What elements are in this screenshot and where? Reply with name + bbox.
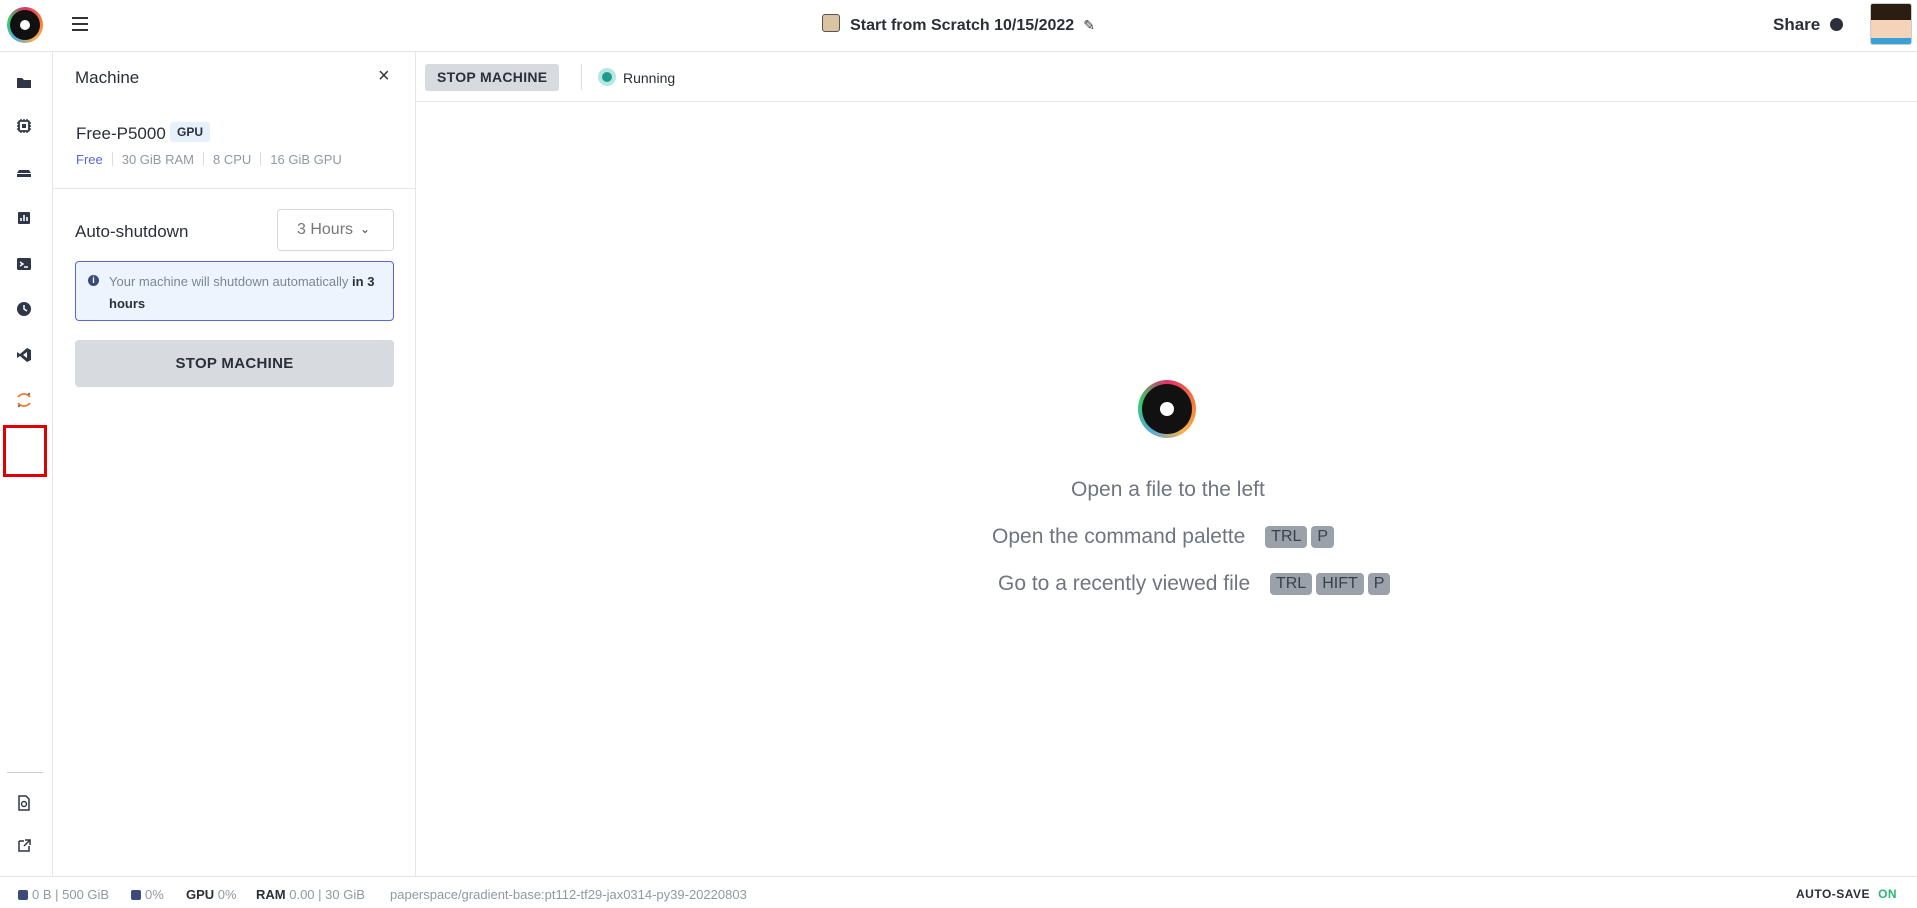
edit-icon[interactable]: ✎ (1083, 17, 1095, 34)
left-rail (0, 52, 53, 876)
cpu-usage: 0% (131, 887, 164, 902)
gpu-badge: GPU (170, 122, 211, 142)
notebook-title-text[interactable]: Start from Scratch 10/15/2022 (850, 17, 1074, 34)
avatar[interactable] (1870, 3, 1912, 45)
cpu-icon[interactable] (15, 117, 33, 135)
toolbar-divider (581, 64, 582, 90)
top-bar: Start from Scratch 10/15/2022 ✎ Share (0, 0, 1917, 52)
machine-status: Running (623, 70, 676, 86)
hint-command-palette-text: Open the command palette (992, 525, 1246, 548)
storage-usage: 0 B | 500 GiB (18, 887, 109, 902)
tier-label: Free (76, 152, 103, 167)
panel-title: Machine (75, 68, 140, 87)
folder-icon[interactable] (15, 74, 33, 92)
container-image: paperspace/gradient-base:pt112-tf29-jax0… (390, 887, 747, 902)
key-p: P (1311, 526, 1335, 548)
external-icon[interactable] (15, 837, 33, 855)
auto-shutdown-select[interactable]: 3 Hours ⌄ (277, 209, 394, 251)
hint-open-file: Open a file to the left (1071, 478, 1265, 501)
layers-icon[interactable] (15, 163, 33, 181)
key-shift: HIFT (1316, 573, 1364, 595)
storage-value: 0 B | 500 GiB (32, 887, 110, 902)
info-text: Your machine will shutdown automatically (109, 274, 349, 289)
stop-machine-toolbar-button[interactable]: STOP MACHINE (425, 64, 560, 91)
ram-value: 0.00 | 30 GiB (289, 887, 365, 902)
clock-icon[interactable] (15, 300, 33, 318)
gpu-usage: GPU 0% (186, 887, 237, 902)
cpu-value: 0% (145, 887, 164, 902)
key-ctrl: TRL (1265, 526, 1308, 548)
panel-divider (53, 188, 415, 189)
cpu-small-icon (131, 890, 141, 900)
rail-divider (7, 772, 43, 773)
auto-shutdown-value: 3 Hours (297, 221, 354, 238)
chart-icon[interactable] (15, 209, 33, 227)
shutdown-info: i Your machine will shutdown automatical… (75, 261, 394, 321)
ram-label: RAM (256, 887, 286, 902)
machine-specs: Free 30 GiB RAM 8 CPU 16 GiB GPU (76, 152, 342, 167)
cpu-spec: 8 CPU (212, 152, 252, 167)
status-bar: 0 B | 500 GiB 0% GPU 0% RAM 0.00 | 30 Gi… (0, 876, 1917, 908)
gpu-spec: 16 GiB GPU (270, 152, 342, 167)
auto-shutdown-label: Auto-shutdown (75, 222, 189, 241)
globe-icon (1830, 18, 1844, 31)
main-toolbar: STOP MACHINE Running (416, 52, 1917, 102)
hint-recent-file-text: Go to a recently viewed file (998, 572, 1251, 595)
machine-name: Free-P5000 (76, 124, 166, 143)
notebook-title: Start from Scratch 10/15/2022 ✎ (0, 14, 1917, 35)
gpu-value: 0% (217, 887, 237, 902)
share-label: Share (1773, 15, 1821, 34)
close-icon[interactable]: × (378, 66, 392, 86)
stop-machine-button[interactable]: STOP MACHINE (75, 340, 394, 387)
share-button[interactable]: Share (1773, 15, 1844, 35)
key-ctrl: TRL (1269, 573, 1313, 595)
autosave-label: AUTO-SAVE (1796, 887, 1871, 901)
terminal-icon[interactable] (15, 255, 33, 273)
autosave-toggle[interactable]: AUTO-SAVE ON (1796, 887, 1897, 901)
selection-highlight (3, 425, 47, 477)
machine-panel: Machine × Free-P5000 GPU Free 30 GiB RAM 8… (53, 52, 416, 876)
key-p: P (1367, 573, 1391, 595)
info-icon: i (88, 275, 99, 286)
center-logo (1138, 380, 1196, 438)
ram-usage: RAM 0.00 | 30 GiB (256, 887, 365, 902)
ram-spec: 30 GiB RAM (121, 152, 194, 167)
docs-icon[interactable] (15, 794, 33, 812)
hint-command-palette: Open the command palette TRL P (992, 525, 1335, 549)
storage-icon (18, 890, 28, 900)
vscode-icon[interactable] (15, 346, 33, 364)
status-indicator-icon (598, 68, 616, 86)
hint-recent-file: Go to a recently viewed file TRL HIFT P (998, 572, 1391, 596)
project-icon (822, 14, 841, 32)
chevron-down-icon: ⌄ (360, 222, 371, 236)
autosave-value: ON (1878, 887, 1898, 901)
jupyter-icon[interactable] (15, 391, 33, 409)
gpu-label: GPU (186, 887, 215, 902)
